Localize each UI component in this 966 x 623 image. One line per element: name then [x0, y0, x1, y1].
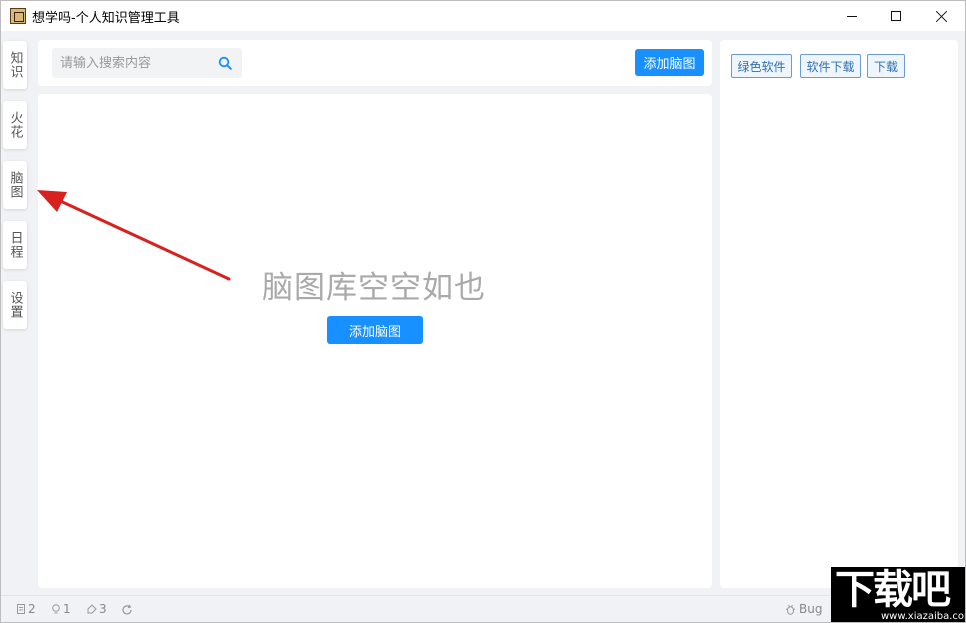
knowledge-count[interactable]: 2 [16, 602, 36, 616]
add-mindmap-center-button[interactable]: 添加脑图 [327, 316, 423, 344]
bug-icon [785, 604, 796, 615]
search-input[interactable] [60, 53, 210, 73]
minimize-button[interactable] [829, 1, 875, 31]
tag-item[interactable]: 下载 [867, 54, 905, 78]
tag-panel: 绿色软件 软件下载 下载 [720, 40, 958, 588]
sidebar-tab-spark[interactable]: 火花 [3, 101, 27, 149]
watermark-logo: 下载吧 www.xiazaiba.com [831, 567, 966, 623]
mindmap-count-value: 3 [99, 602, 107, 616]
tag-icon [87, 604, 97, 614]
top-toolbar: 添加脑图 [38, 40, 712, 86]
minimize-icon [847, 16, 857, 17]
status-bar: 2 1 3 [1, 595, 965, 623]
refresh-icon[interactable] [121, 604, 133, 616]
maximize-button[interactable] [873, 1, 919, 31]
sidebar-tab-knowledge[interactable]: 知识 [3, 41, 27, 89]
close-button[interactable] [919, 1, 965, 31]
empty-state-message: 脑图库空空如也 [262, 262, 486, 307]
bug-label: Bug [799, 602, 822, 616]
add-mindmap-button[interactable]: 添加脑图 [635, 49, 704, 76]
sidebar-tab-schedule[interactable]: 日程 [3, 221, 27, 269]
doc-icon [16, 604, 26, 614]
sidebar-tab-settings[interactable]: 设置 [3, 281, 27, 329]
mindmap-library-panel: 脑图库空空如也 添加脑图 [38, 94, 712, 588]
sidebar-tab-mindmap[interactable]: 脑图 [3, 161, 27, 209]
knowledge-count-value: 2 [28, 602, 36, 616]
window-title: 想学吗-个人知识管理工具 [32, 7, 180, 26]
tag-item[interactable]: 绿色软件 [731, 54, 792, 78]
close-icon [936, 10, 948, 22]
spark-count-value: 1 [63, 602, 71, 616]
watermark-main-text: 下载吧 [835, 567, 949, 613]
spark-count[interactable]: 1 [51, 602, 71, 616]
app-window: 想学吗-个人知识管理工具 知识 火花 脑图 日程 设置 添加脑图 [0, 0, 966, 623]
maximize-icon [891, 11, 901, 21]
search-icon[interactable] [218, 56, 232, 70]
watermark-sub-text: www.xiazaiba.com [881, 611, 966, 622]
app-body: 知识 火花 脑图 日程 设置 添加脑图 脑图库空空如也 添加脑图 绿色软件 软件… [1, 31, 965, 623]
app-icon [10, 8, 26, 24]
bug-report-button[interactable]: Bug [785, 602, 822, 616]
tag-item[interactable]: 软件下载 [800, 54, 861, 78]
mindmap-count[interactable]: 3 [87, 602, 107, 616]
search-box[interactable] [52, 48, 242, 78]
title-bar[interactable]: 想学吗-个人知识管理工具 [1, 1, 965, 31]
bulb-icon [51, 604, 61, 614]
